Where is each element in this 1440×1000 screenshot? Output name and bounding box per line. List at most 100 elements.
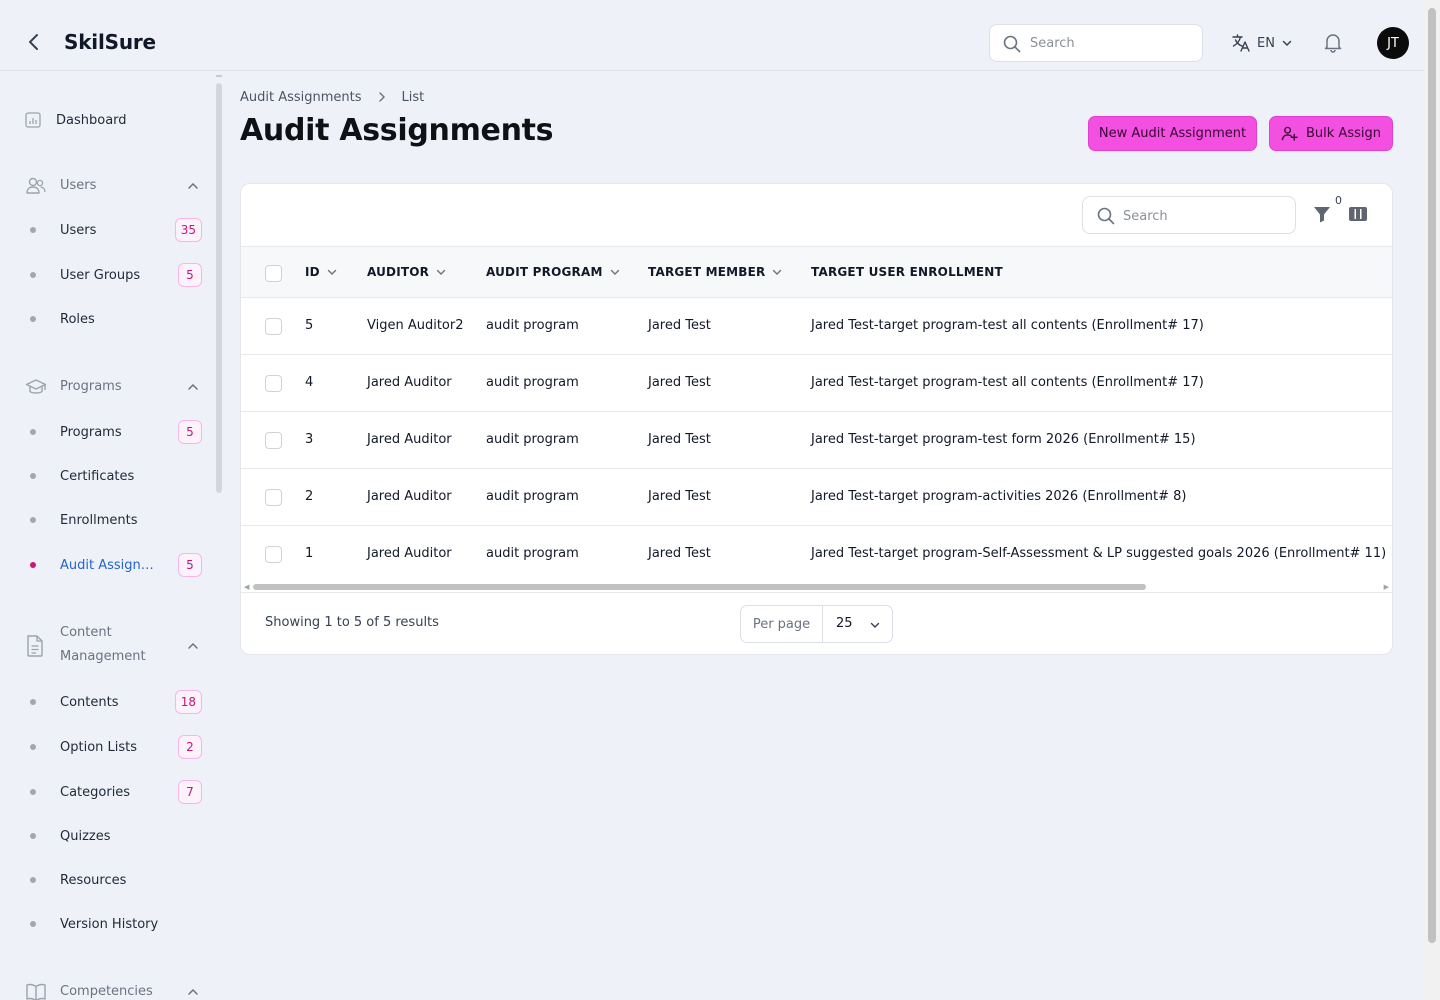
row-checkbox[interactable]	[265, 489, 282, 506]
sidebar-item-label: Categories	[60, 784, 131, 800]
table-row[interactable]: 1 Jared Auditor audit program Jared Test…	[241, 526, 1392, 583]
cell-target-member: Jared Test	[648, 375, 711, 390]
per-page-value: 25	[836, 616, 853, 631]
sidebar-item-enrollments[interactable]: Enrollments	[30, 507, 204, 533]
document-icon	[24, 634, 46, 662]
cell-target-member: Jared Test	[648, 318, 711, 333]
select-all-checkbox[interactable]	[265, 265, 282, 282]
table-row[interactable]: 5 Vigen Auditor2 audit program Jared Tes…	[241, 298, 1392, 355]
breadcrumb: Audit Assignments List	[240, 88, 424, 106]
breadcrumb-link-audit-assignments[interactable]: Audit Assignments	[240, 90, 362, 105]
cell-target-enrollment: Jared Test-target program-Self-Assessmen…	[811, 546, 1387, 561]
chevron-up-icon	[188, 182, 198, 189]
sidebar-item-version-history[interactable]: Version History	[30, 911, 204, 937]
columns-icon[interactable]	[1348, 205, 1370, 227]
bullet-dot	[30, 833, 36, 839]
column-header-label: AUDITOR	[367, 265, 430, 279]
sidebar-group-label: Programs	[60, 379, 122, 394]
table-horizontal-scrollbar[interactable]: ◀ ▶	[241, 581, 1392, 592]
table-row[interactable]: 4 Jared Auditor audit program Jared Test…	[241, 355, 1392, 412]
table-row[interactable]: 2 Jared Auditor audit program Jared Test…	[241, 469, 1392, 526]
chevron-down-icon	[327, 269, 337, 275]
new-audit-assignment-button[interactable]: New Audit Assignment	[1088, 116, 1257, 151]
column-header-target-member[interactable]: TARGET MEMBER	[648, 265, 783, 279]
sidebar-item-label: Dashboard	[56, 112, 127, 128]
sidebar-group-content-management[interactable]: Content Management	[24, 621, 204, 675]
sidebar-item-label: Audit Assignments	[60, 557, 166, 573]
row-checkbox[interactable]	[265, 432, 282, 449]
chevron-down-icon	[1282, 40, 1292, 47]
table-row[interactable]: 3 Jared Auditor audit program Jared Test…	[241, 412, 1392, 469]
sidebar: Dashboard Users Users 35 User Groups 5 R…	[0, 71, 224, 1000]
back-arrow-icon[interactable]	[22, 30, 46, 54]
column-header-auditor[interactable]: AUDITOR	[367, 265, 447, 279]
row-checkbox[interactable]	[265, 375, 282, 392]
sidebar-group-programs[interactable]: Programs	[24, 375, 204, 399]
sidebar-item-dashboard[interactable]: Dashboard	[24, 109, 127, 131]
sidebar-item-roles[interactable]: Roles	[30, 306, 204, 332]
cell-target-member: Jared Test	[648, 546, 711, 561]
chevron-up-icon	[188, 383, 198, 390]
cell-auditor: Jared Auditor	[367, 375, 452, 390]
cell-target-member: Jared Test	[648, 432, 711, 447]
cell-target-enrollment: Jared Test-target program-activities 202…	[811, 489, 1187, 504]
cell-target-enrollment: Jared Test-target program-test form 2026…	[811, 432, 1196, 447]
sidebar-item-option-lists[interactable]: Option Lists 2	[30, 734, 204, 760]
avatar[interactable]: JT	[1377, 27, 1409, 59]
sidebar-item-user-groups[interactable]: User Groups 5	[30, 262, 204, 288]
table-search-input[interactable]	[1123, 206, 1283, 226]
translate-icon	[1232, 34, 1250, 52]
cell-id: 4	[305, 375, 314, 390]
per-page-select[interactable]: Per page 25	[740, 605, 893, 643]
cell-audit-program: audit program	[486, 489, 579, 504]
sidebar-item-certificates[interactable]: Certificates	[30, 463, 204, 489]
sidebar-group-label: Content Management	[60, 625, 146, 664]
page-scrollbar[interactable]	[1424, 0, 1440, 1000]
sidebar-item-quizzes[interactable]: Quizzes	[30, 823, 204, 849]
sidebar-item-users[interactable]: Users 35	[30, 217, 204, 243]
sidebar-item-audit-assignments[interactable]: Audit Assignments 5	[30, 552, 204, 578]
app-logo-text[interactable]: SkilSure	[64, 30, 156, 54]
scroll-left-arrow-icon[interactable]: ◀	[244, 583, 249, 591]
top-bar: SkilSure EN JT	[0, 0, 1424, 71]
row-checkbox[interactable]	[265, 318, 282, 335]
bulk-assign-button[interactable]: Bulk Assign	[1269, 116, 1393, 151]
count-badge: 2	[178, 735, 202, 759]
chart-icon	[25, 112, 41, 128]
column-header-id[interactable]: ID	[305, 265, 338, 279]
global-search[interactable]	[989, 24, 1203, 62]
sidebar-item-resources[interactable]: Resources	[30, 867, 204, 893]
column-header-audit-program[interactable]: AUDIT PROGRAM	[486, 265, 621, 279]
sidebar-item-contents[interactable]: Contents 18	[30, 689, 204, 715]
filter-icon[interactable]	[1312, 204, 1334, 226]
table-search[interactable]	[1082, 196, 1296, 234]
count-badge: 18	[174, 690, 202, 714]
sidebar-item-programs[interactable]: Programs 5	[30, 419, 204, 445]
row-checkbox[interactable]	[265, 546, 282, 563]
sidebar-item-label: Contents	[60, 694, 119, 710]
chevron-down-icon	[870, 622, 880, 628]
page-title: Audit Assignments	[240, 113, 554, 148]
users-icon	[24, 174, 48, 198]
bell-icon[interactable]	[1322, 31, 1344, 57]
button-label: Bulk Assign	[1306, 126, 1381, 141]
sidebar-item-categories[interactable]: Categories 7	[30, 779, 204, 805]
cell-auditor: Jared Auditor	[367, 546, 452, 561]
sidebar-item-label: Version History	[60, 916, 159, 932]
chevron-right-icon	[378, 92, 385, 102]
bullet-dot	[30, 517, 36, 523]
user-plus-icon	[1281, 126, 1298, 141]
cell-audit-program: audit program	[486, 432, 579, 447]
bullet-dot	[30, 316, 36, 322]
cell-auditor: Vigen Auditor2	[367, 318, 464, 333]
scroll-right-arrow-icon[interactable]: ▶	[1384, 583, 1389, 591]
sidebar-group-users[interactable]: Users	[24, 174, 204, 198]
sidebar-scrollbar[interactable]	[216, 83, 222, 493]
bullet-dot	[30, 921, 36, 927]
sidebar-group-competencies[interactable]: Competencies	[24, 980, 204, 1000]
global-search-input[interactable]	[1030, 33, 1190, 53]
count-badge: 5	[178, 263, 202, 287]
cell-target-enrollment: Jared Test-target program-test all conte…	[811, 318, 1204, 333]
language-switcher[interactable]: EN	[1231, 32, 1293, 54]
chevron-down-icon	[436, 269, 446, 275]
